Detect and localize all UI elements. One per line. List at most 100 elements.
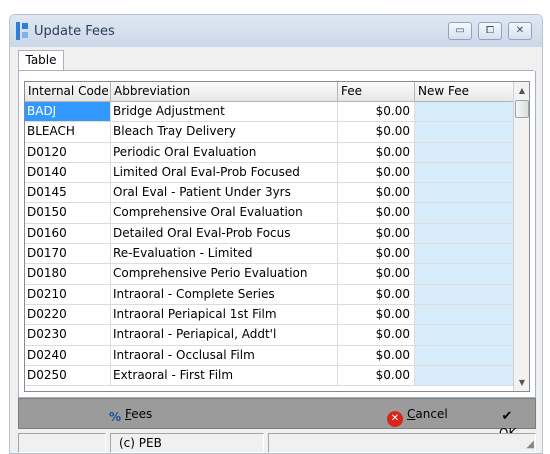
cell-new-fee-input[interactable] <box>415 264 514 285</box>
table-row[interactable]: D0170 Re-Evaluation - Limited $0.00 <box>25 244 514 265</box>
cell-new-fee-input[interactable] <box>415 142 514 163</box>
table-row[interactable]: D0240 Intraoral - Occlusal Film $0.00 <box>25 345 514 366</box>
table-row[interactable]: D0210 Intraoral - Complete Series $0.00 <box>25 284 514 305</box>
cell-abbreviation: Intraoral Periapical 1st Film <box>111 304 338 326</box>
table-row[interactable]: D0160 Detailed Oral Eval-Prob Focus $0.00 <box>25 223 514 245</box>
cell-fee: $0.00 <box>338 183 415 204</box>
cell-new-fee-input[interactable] <box>415 284 514 305</box>
cell-new-fee-input[interactable] <box>415 325 514 346</box>
table-row[interactable]: D0120 Periodic Oral Evaluation $0.00 <box>25 142 514 163</box>
vertical-scrollbar[interactable]: ▲ ▼ <box>513 82 529 391</box>
cell-abbreviation: Intraoral - Complete Series <box>111 284 338 305</box>
resize-grip-icon[interactable]: ◢ <box>522 439 534 451</box>
cell-abbreviation: Detailed Oral Eval-Prob Focus <box>111 223 338 245</box>
cell-internal-code: D0250 <box>25 365 111 387</box>
checkmark-icon: ✔ <box>501 409 513 424</box>
cell-internal-code: D0220 <box>25 304 111 326</box>
cell-fee: $0.00 <box>338 142 415 163</box>
cell-internal-code: D0140 <box>25 162 111 184</box>
cell-abbreviation: Intraoral - Periapical, Addt'l <box>111 325 338 346</box>
cancel-button[interactable]: ✕ Cancel <box>387 405 448 427</box>
app-icon <box>16 22 30 40</box>
table-row[interactable]: BLEACH Bleach Tray Delivery $0.00 <box>25 122 514 143</box>
cell-abbreviation: Comprehensive Oral Evaluation <box>111 203 338 224</box>
table-row[interactable]: BADJ Bridge Adjustment $0.00 <box>25 102 514 123</box>
fees-label: ees <box>131 407 153 421</box>
column-header-abbreviation[interactable]: Abbreviation <box>111 82 338 102</box>
cell-fee: $0.00 <box>338 345 415 366</box>
table-row[interactable]: D0150 Comprehensive Oral Evaluation $0.00 <box>25 203 514 224</box>
table-row[interactable]: D0220 Intraoral Periapical 1st Film $0.00 <box>25 304 514 326</box>
grid-rows: BADJ Bridge Adjustment $0.00 BLEACH Bleach T… <box>25 102 514 387</box>
fees-button[interactable]: % Fees <box>107 405 153 424</box>
cell-fee: $0.00 <box>338 122 415 143</box>
cell-new-fee-input[interactable] <box>415 345 514 366</box>
table-row[interactable]: D0145 Oral Eval - Patient Under 3yrs $0.00 <box>25 183 514 204</box>
table-row[interactable]: D0180 Comprehensive Perio Evaluation $0.00 <box>25 264 514 285</box>
status-panel-right <box>268 433 536 453</box>
cell-new-fee-input[interactable] <box>415 304 514 326</box>
grid-header: Internal Code Abbreviation Fee New Fee <box>25 82 514 102</box>
cell-abbreviation: Periodic Oral Evaluation <box>111 142 338 163</box>
table-row[interactable]: D0140 Limited Oral Eval-Prob Focused $0.00 <box>25 162 514 184</box>
cell-new-fee-input[interactable] <box>415 122 514 143</box>
cell-fee: $0.00 <box>338 325 415 346</box>
cell-fee: $0.00 <box>338 365 415 387</box>
cell-new-fee-input[interactable] <box>415 102 514 123</box>
table-row[interactable]: D0230 Intraoral - Periapical, Addt'l $0.00 <box>25 325 514 346</box>
close-button[interactable]: ✕ <box>508 22 532 40</box>
cell-new-fee-input[interactable] <box>415 203 514 224</box>
tab-table[interactable]: Table <box>18 50 64 70</box>
cell-internal-code: D0240 <box>25 345 111 366</box>
cell-new-fee-input[interactable] <box>415 162 514 184</box>
table-row[interactable]: D0250 Extraoral - First Film $0.00 <box>25 365 514 387</box>
cell-fee: $0.00 <box>338 203 415 224</box>
cell-internal-code: D0160 <box>25 223 111 245</box>
status-panel-copyright: (c) PEB <box>110 433 264 453</box>
cell-abbreviation: Bleach Tray Delivery <box>111 122 338 143</box>
cancel-icon: ✕ <box>387 411 403 427</box>
status-panel-left <box>18 433 106 453</box>
percent-icon: % <box>108 410 122 424</box>
scroll-up-arrow-icon[interactable]: ▲ <box>514 82 529 99</box>
cell-new-fee-input[interactable] <box>415 244 514 265</box>
window-title: Update Fees <box>34 24 115 39</box>
scroll-down-arrow-icon[interactable]: ▼ <box>514 374 529 391</box>
cell-internal-code: D0210 <box>25 284 111 305</box>
cell-abbreviation: Intraoral - Occlusal Film <box>111 345 338 366</box>
cell-new-fee-input[interactable] <box>415 183 514 204</box>
button-bar: %Fees ✕Cancel ✔OK <box>18 398 536 441</box>
cell-abbreviation: Re-Evaluation - Limited <box>111 244 338 265</box>
cell-abbreviation: Comprehensive Perio Evaluation <box>111 264 338 285</box>
title-bar[interactable]: Update Fees ▭ ⧠ ✕ <box>10 15 542 47</box>
cell-internal-code: BLEACH <box>25 122 111 143</box>
cell-internal-code: D0120 <box>25 142 111 163</box>
status-bar: (c) PEB ◢ <box>18 433 536 453</box>
cell-fee: $0.00 <box>338 244 415 265</box>
cell-fee: $0.00 <box>338 304 415 326</box>
cell-new-fee-input[interactable] <box>415 365 514 387</box>
cell-abbreviation: Extraoral - First Film <box>111 365 338 387</box>
minimize-button[interactable]: ▭ <box>448 22 472 40</box>
column-header-internal-code[interactable]: Internal Code <box>25 82 111 102</box>
cell-fee: $0.00 <box>338 162 415 184</box>
cell-internal-code: D0230 <box>25 325 111 346</box>
fees-grid[interactable]: Internal Code Abbreviation Fee New Fee B… <box>24 81 530 392</box>
cell-internal-code: BADJ <box>25 102 111 123</box>
table-tab-panel: Internal Code Abbreviation Fee New Fee B… <box>18 71 536 398</box>
cell-internal-code: D0180 <box>25 264 111 285</box>
update-fees-window: Update Fees ▭ ⧠ ✕ Table Internal Code Ab… <box>9 14 543 454</box>
cell-new-fee-input[interactable] <box>415 223 514 245</box>
cell-abbreviation: Bridge Adjustment <box>111 102 338 123</box>
cell-abbreviation: Oral Eval - Patient Under 3yrs <box>111 183 338 204</box>
cell-internal-code: D0145 <box>25 183 111 204</box>
cell-fee: $0.00 <box>338 264 415 285</box>
cancel-label: ancel <box>415 407 448 421</box>
scroll-thumb[interactable] <box>515 100 529 118</box>
ok-button[interactable]: ✔OK <box>499 405 535 441</box>
maximize-button[interactable]: ⧠ <box>478 22 502 40</box>
cell-internal-code: D0150 <box>25 203 111 224</box>
column-header-new-fee[interactable]: New Fee <box>415 82 514 102</box>
cell-abbreviation: Limited Oral Eval-Prob Focused <box>111 162 338 184</box>
column-header-fee[interactable]: Fee <box>338 82 415 102</box>
